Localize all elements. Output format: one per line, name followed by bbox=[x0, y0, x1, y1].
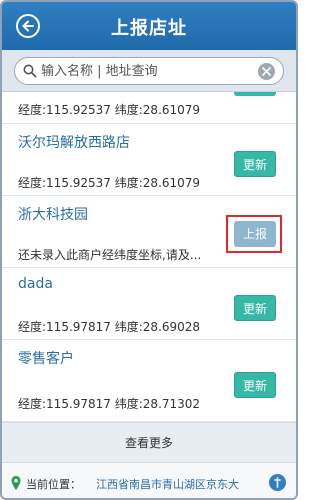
store-coords: 还未录入此商户经纬度坐标,请及... bbox=[18, 248, 202, 262]
load-more-button[interactable]: 查看更多 bbox=[2, 422, 296, 462]
search-bar bbox=[2, 50, 296, 92]
search-input[interactable] bbox=[41, 61, 253, 81]
store-name: 零售客户 bbox=[18, 351, 74, 367]
list-item[interactable]: 零售客户 更新 经度:115.97817 纬度:28.71302 bbox=[2, 340, 296, 422]
update-button[interactable]: 更新 bbox=[234, 151, 276, 177]
phone-frame: 上报店址 经度:115.92537 纬度:28.61079 沃尔玛解放西路店 更… bbox=[0, 0, 298, 500]
list-item[interactable]: 浙大科技园 上报 还未录入此商户经纬度坐标,请及... bbox=[2, 196, 296, 268]
update-button[interactable]: 更新 bbox=[234, 372, 276, 398]
update-button-partial[interactable] bbox=[234, 92, 276, 96]
location-footer: 当前位置： 江西省南昌市青山湖区京东大 bbox=[2, 462, 296, 498]
store-name: dada bbox=[18, 276, 53, 292]
store-name: 浙大科技园 bbox=[18, 207, 88, 223]
store-list[interactable]: 经度:115.92537 纬度:28.61079 沃尔玛解放西路店 更新 经度:… bbox=[2, 92, 296, 422]
store-coords: 经度:115.92537 纬度:28.61079 bbox=[18, 176, 201, 190]
store-coords: 经度:115.92537 纬度:28.61079 bbox=[18, 103, 201, 117]
location-pin-icon bbox=[11, 476, 21, 490]
header-bar: 上报店址 bbox=[2, 2, 296, 50]
search-box[interactable] bbox=[14, 57, 284, 85]
store-coords: 经度:115.97817 纬度:28.69028 bbox=[18, 320, 201, 334]
page-title: 上报店址 bbox=[111, 18, 187, 39]
list-item[interactable]: dada 更新 经度:115.97817 纬度:28.69028 bbox=[2, 268, 296, 340]
clear-icon[interactable] bbox=[258, 63, 275, 80]
search-icon bbox=[23, 64, 37, 78]
report-button[interactable]: 上报 bbox=[234, 221, 276, 247]
update-button[interactable]: 更新 bbox=[234, 295, 276, 321]
store-name: 沃尔玛解放西路店 bbox=[18, 135, 130, 151]
list-item[interactable]: 经度:115.92537 纬度:28.61079 bbox=[2, 92, 296, 124]
locate-icon[interactable] bbox=[269, 474, 286, 491]
list-item[interactable]: 沃尔玛解放西路店 更新 经度:115.92537 纬度:28.61079 bbox=[2, 124, 296, 196]
store-coords: 经度:115.97817 纬度:28.71302 bbox=[18, 397, 201, 411]
location-label: 当前位置： bbox=[26, 478, 81, 491]
current-location: 江西省南昌市青山湖区京东大 bbox=[96, 478, 239, 491]
